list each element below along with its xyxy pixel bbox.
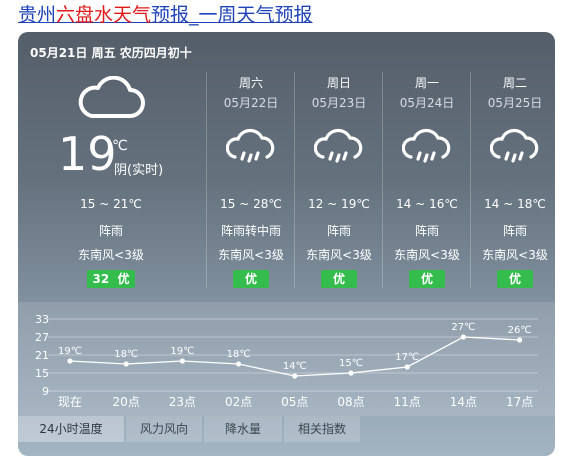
forecast-weather: 阵雨 xyxy=(502,224,527,238)
forecast-temp-range: 14 ~ 16℃ xyxy=(396,197,458,211)
aqi-label: 优 xyxy=(117,272,130,286)
forecast-aqi-badge[interactable]: 优 xyxy=(233,270,269,288)
y-tick-label: 33 xyxy=(35,313,49,326)
aqi-value: 32 xyxy=(92,272,110,286)
temperature-data-label: 18℃ xyxy=(227,349,251,360)
current-temperature: 19 xyxy=(58,127,117,181)
x-tick-label: 05点 xyxy=(281,395,308,409)
forecast-day-date: 05月22日 xyxy=(223,96,279,110)
temperature-data-label: 27℃ xyxy=(451,322,475,333)
temperature-point xyxy=(179,358,185,364)
forecast-day[interactable]: 周二 05月25日 14 ~ 18℃ 阵雨 东南风<3级 优 xyxy=(470,72,555,288)
forecast-aqi-badge[interactable]: 优 xyxy=(497,270,533,288)
forecast-day[interactable]: 周一 05月24日 14 ~ 16℃ 阵雨 东南风<3级 优 xyxy=(382,72,471,288)
x-tick-label: 23点 xyxy=(169,395,196,409)
tab-precipitation[interactable]: 降水量 xyxy=(204,416,282,442)
forecast-day-date: 05月24日 xyxy=(399,96,455,110)
forecast-weather: 阵雨转中雨 xyxy=(220,224,281,238)
temperature-point xyxy=(348,370,354,376)
page-title[interactable]: 贵州六盘水天气预报_一周天气预报 xyxy=(18,4,313,26)
temperature-data-label: 26℃ xyxy=(508,325,532,336)
forecast-aqi-badge[interactable]: 优 xyxy=(321,270,357,288)
today-date-line: 05月21日 周五 农历四月初十 xyxy=(30,46,192,60)
temperature-data-label: 15℃ xyxy=(339,358,363,369)
y-tick-label: 21 xyxy=(35,349,49,362)
title-suffix: 预报_一周天气预报 xyxy=(151,4,313,26)
temperature-point xyxy=(123,361,129,367)
temperature-point xyxy=(404,364,410,370)
forecast-temp-range: 12 ~ 19℃ xyxy=(308,197,370,211)
temperature-data-label: 14℃ xyxy=(283,361,307,372)
x-tick-label: 14点 xyxy=(450,395,477,409)
forecast-wind: 东南风<3级 xyxy=(306,248,372,262)
today-temp-range: 15 ~ 21℃ xyxy=(80,197,142,211)
temperature-data-label: 19℃ xyxy=(58,346,82,357)
today-wind: 东南风<3级 xyxy=(78,248,144,262)
temperature-point xyxy=(236,361,242,367)
forecast-day-date: 05月25日 xyxy=(487,96,543,110)
y-tick-label: 15 xyxy=(35,367,49,380)
temperature-point xyxy=(460,334,466,340)
forecast-wind: 东南风<3级 xyxy=(482,248,548,262)
y-tick-label: 9 xyxy=(42,385,49,398)
title-province: 贵州 xyxy=(18,4,57,26)
temperature-unit: ℃ xyxy=(112,138,128,154)
forecast-wind: 东南风<3级 xyxy=(394,248,460,262)
chart-tabs: 24小时温度 风力风向 降水量 相关指数 xyxy=(18,416,555,442)
rain-cloud-icon xyxy=(225,128,276,172)
weather-card: 05月21日 周五 农历四月初十 19 ℃ 阴(实时) 15 ~ 21℃ 阵雨 … xyxy=(18,32,555,456)
temperature-data-label: 17℃ xyxy=(395,352,419,363)
x-tick-label: 02点 xyxy=(225,395,252,409)
tab-24h-temperature[interactable]: 24小时温度 xyxy=(18,416,124,442)
forecast-day[interactable]: 周六 05月22日 15 ~ 28℃ 阵雨转中雨 东南风<3级 优 xyxy=(206,72,295,288)
temperature-point xyxy=(292,373,298,379)
forecast-day-date: 05月23日 xyxy=(311,96,367,110)
forecast-weather: 阵雨 xyxy=(414,224,439,238)
current-condition: 阴(实时) xyxy=(114,163,164,178)
forecast-temp-range: 15 ~ 28℃ xyxy=(220,197,282,211)
forecast-day[interactable]: 周日 05月23日 12 ~ 19℃ 阵雨 东南风<3级 优 xyxy=(294,72,383,288)
x-tick-label: 11点 xyxy=(394,395,421,409)
forecast-day-name: 周一 xyxy=(414,76,439,90)
y-tick-label: 27 xyxy=(35,331,49,344)
temperature-line-chart: 33 27 21 15 9 19℃ 现在 18℃ 20点 19℃ 23点 18℃ 02点 14℃ 05点 15… xyxy=(35,313,538,409)
tab-wind[interactable]: 风力风向 xyxy=(126,416,202,442)
forecast-aqi-badge[interactable]: 优 xyxy=(409,270,445,288)
x-tick-label: 17点 xyxy=(506,395,533,409)
temperature-point xyxy=(67,358,73,364)
tab-indices[interactable]: 相关指数 xyxy=(284,416,360,442)
today-weather: 阵雨 xyxy=(98,224,123,238)
forecast-wind: 东南风<3级 xyxy=(218,248,284,262)
forecast-weather: 阵雨 xyxy=(326,224,351,238)
forecast-temp-range: 14 ~ 18℃ xyxy=(484,197,546,211)
forecast-day-name: 周二 xyxy=(502,76,527,90)
today-aqi-badge[interactable]: 32 优 xyxy=(87,270,135,288)
forecast-day-name: 周六 xyxy=(238,76,263,90)
x-tick-label: 20点 xyxy=(113,395,140,409)
temperature-point xyxy=(517,337,523,343)
temperature-data-label: 19℃ xyxy=(170,346,194,357)
x-tick-label: 现在 xyxy=(58,395,82,409)
rain-cloud-icon xyxy=(489,128,540,172)
rain-cloud-icon xyxy=(313,128,364,172)
temperature-data-label: 18℃ xyxy=(114,349,138,360)
rain-cloud-icon xyxy=(401,128,452,172)
x-tick-label: 08点 xyxy=(337,395,364,409)
title-city-highlight: 六盘水天气 xyxy=(56,4,152,26)
forecast-day-name: 周日 xyxy=(326,76,351,90)
cloud-icon xyxy=(74,75,146,124)
